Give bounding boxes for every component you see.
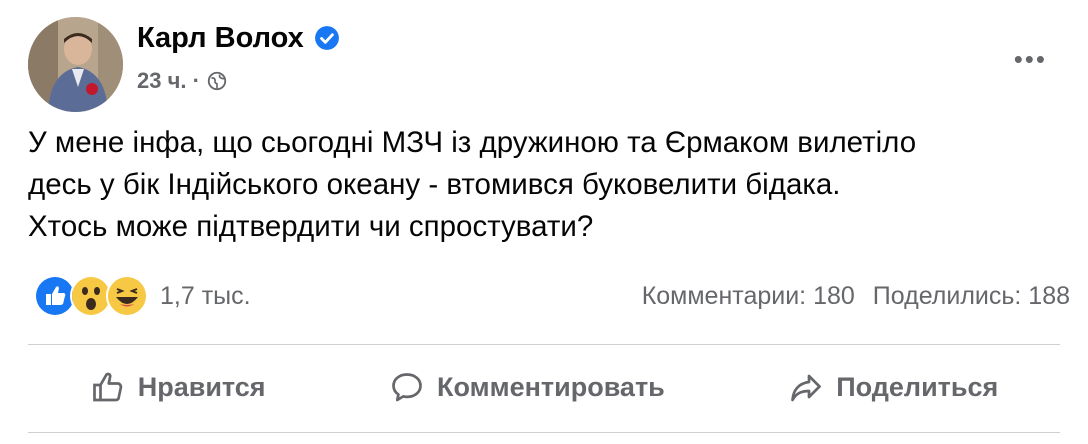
post-actions: Нравится Комментировать Поделиться (28, 345, 1060, 430)
comments-count[interactable]: Комментарии: 180 (642, 282, 855, 311)
reactions-summary[interactable]: 1,7 тыс. (34, 275, 251, 317)
haha-reaction-icon (106, 275, 148, 317)
author-name[interactable]: Карл Волох (137, 18, 304, 58)
post-text: У мене інфа, що сьогодні МЗЧ із дружиною… (28, 122, 1058, 248)
post-text-line: У мене інфа, що сьогодні МЗЧ із дружиною… (28, 126, 917, 159)
post-stats: Комментарии: 180 Поделились: 188 (642, 282, 1070, 311)
post-meta: 23 ч. · (137, 66, 228, 96)
share-label: Поделиться (836, 372, 999, 402)
post-text-line: десь у бік Індійського океану - втомився… (28, 168, 841, 201)
author-avatar[interactable] (28, 17, 123, 112)
share-icon (791, 374, 822, 401)
post-author[interactable]: Карл Волох (137, 18, 340, 58)
verified-badge-icon (314, 26, 339, 50)
like-label: Нравится (137, 372, 266, 402)
shares-count[interactable]: Поделились: 188 (873, 282, 1070, 311)
share-button[interactable]: Поделиться (772, 362, 1014, 414)
more-options-icon[interactable]: ••• (1014, 44, 1047, 75)
globe-icon (207, 71, 227, 91)
post-time[interactable]: 23 ч. · (137, 66, 200, 96)
thumbs-up-icon (92, 372, 122, 401)
comment-button[interactable]: Комментировать (373, 362, 681, 414)
post-text-line: Хтось може підтвердити чи спростувати? (28, 210, 594, 243)
reactions-count[interactable]: 1,7 тыс. (160, 282, 251, 311)
comment-icon (392, 372, 422, 401)
divider (28, 432, 1060, 433)
comment-label: Комментировать (437, 372, 665, 402)
like-button[interactable]: Нравится (74, 362, 282, 414)
